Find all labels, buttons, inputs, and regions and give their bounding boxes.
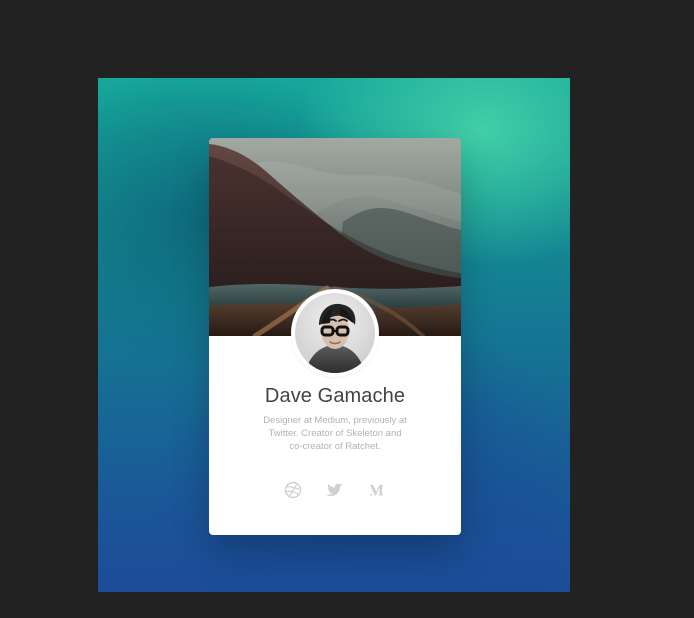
- profile-name: Dave Gamache: [264, 385, 406, 407]
- dribbble-icon: [284, 481, 302, 499]
- dribbble-link[interactable]: [281, 478, 305, 502]
- avatar: [295, 293, 375, 373]
- medium-icon: [370, 484, 383, 496]
- medium-link[interactable]: [364, 478, 388, 502]
- social-links: [209, 478, 461, 502]
- avatar-frame: [291, 289, 379, 377]
- profile-card: Dave Gamache Designer at Medium, previou…: [209, 138, 461, 535]
- twitter-link[interactable]: [323, 478, 347, 502]
- profile-bio: Designer at Medium, previously at Twitte…: [263, 415, 407, 452]
- twitter-icon: [326, 483, 343, 497]
